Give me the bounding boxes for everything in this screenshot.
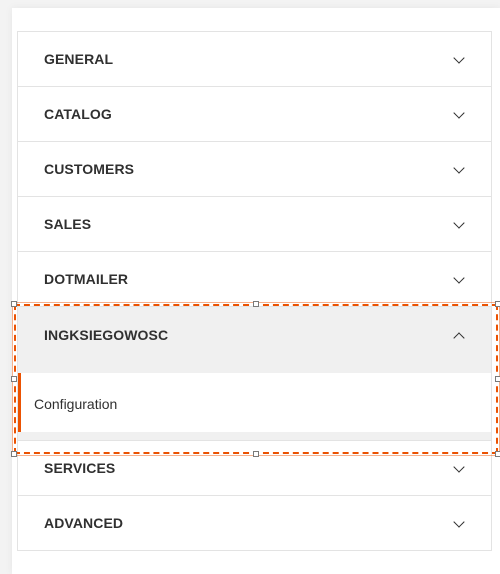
section-customers[interactable]: CUSTOMERS [18, 142, 491, 197]
chevron-down-icon [453, 516, 465, 528]
chevron-down-icon [453, 52, 465, 64]
chevron-down-icon [453, 107, 465, 119]
section-advanced[interactable]: ADVANCED [18, 496, 491, 551]
section-services[interactable]: SERVICES [18, 441, 491, 496]
chevron-down-icon [453, 272, 465, 284]
section-ingksiegowosc[interactable]: INGKSIEGOWOSC [18, 307, 491, 362]
section-sales-title: SALES [44, 216, 92, 232]
chevron-up-icon [453, 332, 465, 344]
chevron-down-icon [453, 461, 465, 473]
chevron-down-icon [453, 217, 465, 229]
section-customers-title: CUSTOMERS [44, 161, 135, 177]
section-general-title: GENERAL [44, 51, 114, 67]
configuration-link[interactable]: Configuration [18, 373, 491, 432]
configuration-label: Configuration [34, 396, 118, 412]
config-tabs-accordion: GENERAL CATALOG CUSTOMERS SALES DOTMAILE… [17, 31, 492, 551]
section-advanced-title: ADVANCED [44, 515, 124, 531]
active-indicator [18, 373, 21, 432]
section-ingksiegowosc-title: INGKSIEGOWOSC [44, 327, 169, 343]
chevron-down-icon [453, 162, 465, 174]
section-catalog-title: CATALOG [44, 106, 112, 122]
section-sales[interactable]: SALES [18, 197, 491, 252]
section-dotmailer[interactable]: DOTMAILER [18, 252, 491, 307]
section-general[interactable]: GENERAL [18, 32, 491, 87]
section-ingksiegowosc-items: Configuration [18, 362, 491, 441]
section-dotmailer-title: DOTMAILER [44, 271, 129, 287]
section-services-title: SERVICES [44, 460, 116, 476]
section-catalog[interactable]: CATALOG [18, 87, 491, 142]
